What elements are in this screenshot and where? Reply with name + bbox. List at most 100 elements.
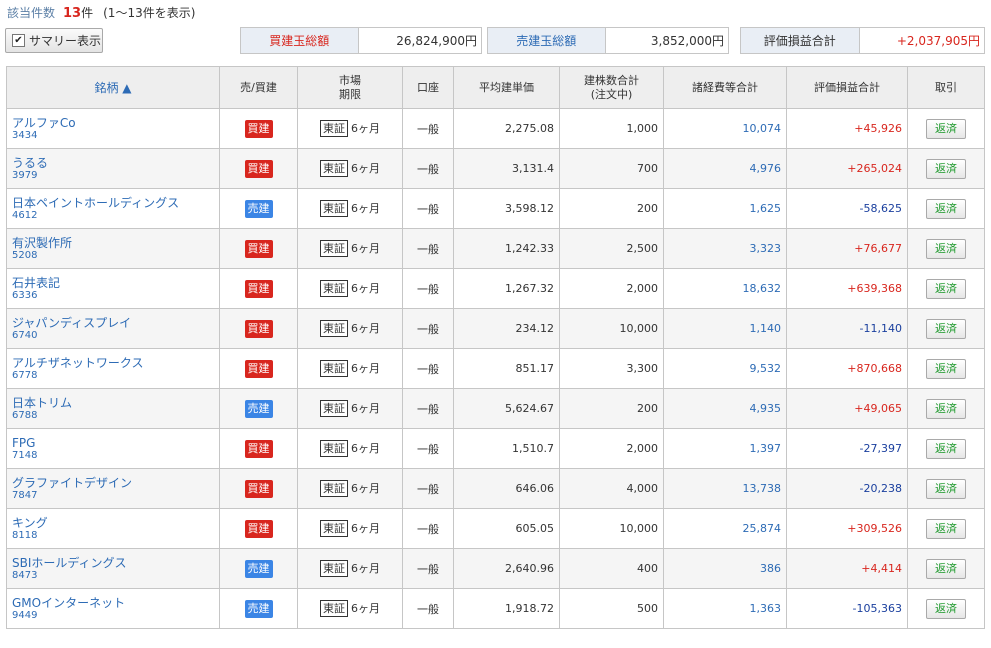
repay-button[interactable]: 返済 — [926, 598, 966, 619]
repay-button[interactable]: 返済 — [926, 158, 966, 179]
header-name-sort[interactable]: 銘柄 ▲ — [6, 66, 220, 109]
header-avg-price: 平均建単価 — [453, 66, 560, 109]
cell-market: 東証 6ヶ月 — [297, 148, 403, 189]
stock-name-link[interactable]: SBIホールディングス — [12, 556, 214, 570]
stock-name-link[interactable]: アルチザネットワークス — [12, 356, 214, 370]
cell-fees: 4,976 — [663, 148, 787, 189]
sell-total-box: 売建玉総額 3,852,000円 — [487, 27, 729, 54]
cell-pl: +309,526 — [786, 508, 908, 549]
term-text: 6ヶ月 — [351, 322, 380, 335]
cell-pl: +76,677 — [786, 228, 908, 269]
repay-button[interactable]: 返済 — [926, 478, 966, 499]
cell-account: 一般 — [402, 148, 454, 189]
stock-name-link[interactable]: 日本トリム — [12, 396, 214, 410]
cell-account: 一般 — [402, 188, 454, 229]
term-text: 6ヶ月 — [351, 562, 380, 575]
cell-stock: SBIホールディングス 8473 — [6, 548, 220, 589]
cell-fees: 3,323 — [663, 228, 787, 269]
stock-code: 8473 — [12, 569, 38, 581]
sell-total-value: 3,852,000円 — [605, 28, 728, 53]
repay-button[interactable]: 返済 — [926, 278, 966, 299]
cell-fees: 1,397 — [663, 428, 787, 469]
cell-avg-price: 2,275.08 — [453, 108, 560, 149]
cell-avg-price: 851.17 — [453, 348, 560, 389]
side-badge: 売建 — [244, 599, 273, 618]
checkbox-checked-icon[interactable]: ✔ — [12, 34, 25, 47]
cell-fees: 18,632 — [663, 268, 787, 309]
market-badge: 東証 — [320, 440, 348, 457]
cell-qty: 10,000 — [559, 508, 664, 549]
table-body: アルファCo 3434 買建 東証 6ヶ月 一般 2,275.08 1,000 10,074 +4… — [6, 108, 985, 629]
stock-name-link[interactable]: キング — [12, 516, 214, 530]
cell-trade: 返済 — [907, 588, 985, 629]
stock-name-link[interactable]: ジャパンディスプレイ — [12, 316, 214, 330]
cell-qty: 4,000 — [559, 468, 664, 509]
count-label: 該当件数 — [7, 6, 56, 20]
cell-side: 買建 — [219, 148, 298, 189]
header-qty-l2: (注文中) — [590, 87, 633, 101]
stock-name-link[interactable]: 有沢製作所 — [12, 236, 214, 250]
cell-qty: 200 — [559, 388, 664, 429]
cell-trade: 返済 — [907, 228, 985, 269]
stock-code: 9449 — [12, 609, 38, 621]
pl-total-box: 評価損益合計 +2,037,905円 — [740, 27, 985, 54]
side-badge: 買建 — [244, 159, 273, 178]
stock-code: 7148 — [12, 449, 38, 461]
term-text: 6ヶ月 — [351, 162, 380, 175]
cell-avg-price: 3,131.4 — [453, 148, 560, 189]
cell-qty: 10,000 — [559, 308, 664, 349]
table-row: 日本トリム 6788 売建 東証 6ヶ月 一般 5,624.67 200 4,935 +49,06… — [6, 388, 985, 429]
cell-avg-price: 646.06 — [453, 468, 560, 509]
repay-button[interactable]: 返済 — [926, 238, 966, 259]
cell-market: 東証 6ヶ月 — [297, 108, 403, 149]
cell-fees: 386 — [663, 548, 787, 589]
cell-qty: 2,500 — [559, 228, 664, 269]
summary-toggle-button[interactable]: ✔ サマリー表示 — [5, 28, 103, 53]
table-row: グラファイトデザイン 7847 買建 東証 6ヶ月 一般 646.06 4,000 13,738… — [6, 468, 985, 509]
cell-market: 東証 6ヶ月 — [297, 228, 403, 269]
cell-account: 一般 — [402, 508, 454, 549]
stock-name-link[interactable]: FPG — [12, 436, 214, 450]
cell-pl: +4,414 — [786, 548, 908, 589]
cell-trade: 返済 — [907, 548, 985, 589]
repay-button[interactable]: 返済 — [926, 438, 966, 459]
stock-name-link[interactable]: アルファCo — [12, 116, 214, 130]
side-badge: 買建 — [244, 119, 273, 138]
stock-code: 6336 — [12, 289, 38, 301]
repay-button[interactable]: 返済 — [926, 518, 966, 539]
cell-stock: GMOインターネット 9449 — [6, 588, 220, 629]
repay-button[interactable]: 返済 — [926, 118, 966, 139]
summary-toggle-label: サマリー表示 — [29, 34, 102, 48]
term-text: 6ヶ月 — [351, 242, 380, 255]
cell-pl: +639,368 — [786, 268, 908, 309]
market-badge: 東証 — [320, 480, 348, 497]
side-badge: 買建 — [244, 319, 273, 338]
cell-qty: 500 — [559, 588, 664, 629]
cell-qty: 400 — [559, 548, 664, 589]
repay-button[interactable]: 返済 — [926, 318, 966, 339]
stock-name-link[interactable]: 日本ペイントホールディングス — [12, 196, 214, 210]
cell-pl: +265,024 — [786, 148, 908, 189]
cell-avg-price: 2,640.96 — [453, 548, 560, 589]
cell-trade: 返済 — [907, 108, 985, 149]
stock-name-link[interactable]: グラファイトデザイン — [12, 476, 214, 490]
term-text: 6ヶ月 — [351, 522, 380, 535]
market-badge: 東証 — [320, 120, 348, 137]
stock-name-link[interactable]: うるる — [12, 156, 214, 170]
table-row: ジャパンディスプレイ 6740 買建 東証 6ヶ月 一般 234.12 10,000 1,140… — [6, 308, 985, 349]
cell-trade: 返済 — [907, 468, 985, 509]
stock-name-link[interactable]: 石井表記 — [12, 276, 214, 290]
side-badge: 売建 — [244, 399, 273, 418]
count-value: 13 — [63, 6, 82, 21]
market-badge: 東証 — [320, 560, 348, 577]
repay-button[interactable]: 返済 — [926, 398, 966, 419]
stock-name-link[interactable]: GMOインターネット — [12, 596, 214, 610]
market-badge: 東証 — [320, 160, 348, 177]
cell-avg-price: 1,242.33 — [453, 228, 560, 269]
stock-code: 8118 — [12, 529, 38, 541]
cell-account: 一般 — [402, 228, 454, 269]
repay-button[interactable]: 返済 — [926, 198, 966, 219]
repay-button[interactable]: 返済 — [926, 358, 966, 379]
cell-stock: 有沢製作所 5208 — [6, 228, 220, 269]
repay-button[interactable]: 返済 — [926, 558, 966, 579]
